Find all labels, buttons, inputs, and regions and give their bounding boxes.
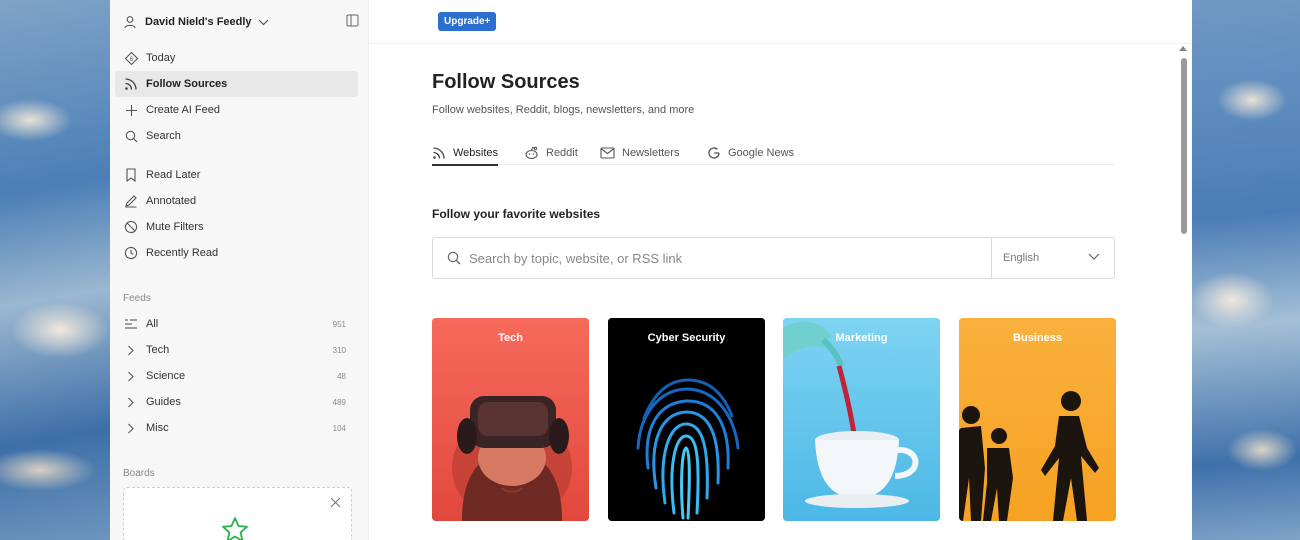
- chevron-right-icon[interactable]: [123, 394, 139, 410]
- account-menu[interactable]: David Nield's Feedly: [123, 12, 359, 32]
- search-icon: [123, 128, 139, 144]
- sidebar-item-label: Search: [146, 130, 181, 142]
- reddit-icon: [524, 146, 539, 160]
- sidebar-item-label: Tech: [146, 344, 170, 356]
- today-icon: 6: [123, 50, 139, 66]
- sidebar-feed-tech[interactable]: Tech 310: [115, 337, 358, 363]
- top-bar: Upgrade+: [369, 0, 1192, 44]
- user-icon: [124, 16, 136, 29]
- sidebar-item-label: Today: [146, 52, 176, 64]
- chevron-down-icon: [258, 19, 268, 25]
- unread-count: 951: [332, 319, 346, 329]
- unread-count: 48: [337, 371, 346, 381]
- topic-card-tech[interactable]: Tech: [432, 318, 589, 521]
- tab-websites[interactable]: Websites: [432, 141, 499, 166]
- search-input[interactable]: [469, 250, 969, 266]
- card-label: Business: [1013, 332, 1062, 344]
- tab-label: Websites: [453, 146, 499, 159]
- list-icon: [123, 316, 139, 332]
- sidebar-item-recently-read[interactable]: Recently Read: [115, 240, 358, 266]
- search-icon: [447, 251, 461, 265]
- clock-icon: [123, 245, 139, 261]
- sidebar-feed-misc[interactable]: Misc 104: [115, 415, 358, 441]
- sidebar-item-label: Mute Filters: [146, 221, 204, 233]
- page-title: Follow Sources: [432, 71, 580, 93]
- boards-promo-card[interactable]: [123, 487, 352, 540]
- card-label: Tech: [498, 332, 523, 344]
- pen-icon: [123, 193, 139, 209]
- star-icon: [222, 517, 248, 540]
- chevron-right-icon[interactable]: [123, 342, 139, 358]
- mute-icon: [123, 219, 139, 235]
- scrollbar-thumb[interactable]: [1181, 58, 1187, 234]
- desktop-wallpaper-right: [1192, 0, 1300, 540]
- language-value: English: [1003, 252, 1040, 264]
- sidebar-item-annotated[interactable]: Annotated: [115, 188, 358, 214]
- tab-label: Newsletters: [622, 147, 680, 159]
- sidebar-feed-guides[interactable]: Guides 489: [115, 389, 358, 415]
- source-search-box: English: [432, 237, 1115, 279]
- tab-newsletters[interactable]: Newsletters: [600, 141, 679, 165]
- google-icon: [707, 146, 721, 160]
- sidebar-item-label: Create AI Feed: [146, 104, 220, 116]
- sidebar-item-label: Misc: [146, 422, 169, 434]
- section-heading: Follow your favorite websites: [432, 207, 601, 221]
- sidebar-toggle-icon[interactable]: [346, 14, 359, 27]
- page-subtitle: Follow websites, Reddit, blogs, newslett…: [432, 104, 695, 116]
- sidebar-item-label: Guides: [146, 396, 181, 408]
- source-tabs: Websites Reddit Newsletters Google News: [432, 141, 1115, 166]
- sidebar-item-label: Recently Read: [146, 247, 219, 259]
- unread-count: 489: [332, 397, 346, 407]
- scroll-up-arrow[interactable]: [1179, 46, 1187, 51]
- sidebar-item-read-later[interactable]: Read Later: [115, 162, 358, 188]
- sidebar-item-label: Read Later: [146, 169, 201, 181]
- sidebar-item-create-ai-feed[interactable]: Create AI Feed: [115, 97, 358, 123]
- chevron-right-icon[interactable]: [123, 420, 139, 436]
- sidebar-item-label: Science: [146, 370, 186, 382]
- rss-icon: [432, 146, 446, 160]
- sidebar-item-mute-filters[interactable]: Mute Filters: [115, 214, 358, 240]
- boards-section-label: Boards: [123, 468, 155, 479]
- teacup-image: [783, 318, 940, 521]
- sidebar-item-follow-sources[interactable]: Follow Sources: [115, 71, 358, 97]
- upgrade-button[interactable]: Upgrade+: [438, 12, 497, 31]
- feedly-window: David Nield's Feedly 6 Today Follow Sour…: [110, 0, 1192, 540]
- feeds-section-label: Feeds: [123, 293, 151, 304]
- plus-icon: [123, 102, 139, 118]
- chevron-right-icon[interactable]: [123, 368, 139, 384]
- tab-google-news[interactable]: Google News: [707, 141, 794, 165]
- tab-reddit[interactable]: Reddit: [524, 141, 578, 165]
- sidebar-item-search[interactable]: Search: [115, 123, 358, 149]
- sidebar-item-label: Annotated: [146, 195, 197, 207]
- card-label: Cyber Security: [647, 332, 726, 344]
- vr-headset-image: [432, 318, 589, 521]
- tab-label: Google News: [728, 147, 795, 159]
- unread-count: 310: [332, 345, 346, 355]
- sidebar-feed-all[interactable]: All 951: [115, 311, 358, 337]
- topic-card-marketing[interactable]: Marketing: [783, 318, 940, 521]
- topic-card-cyber-security[interactable]: Cyber Security: [608, 318, 765, 521]
- tab-label: Reddit: [546, 147, 578, 159]
- mail-icon: [600, 147, 615, 159]
- desktop-wallpaper-left: [0, 0, 110, 540]
- silhouettes-image: [959, 318, 1116, 521]
- card-label: Marketing: [835, 332, 888, 344]
- language-select[interactable]: English: [991, 238, 1114, 278]
- fingerprint-image: [608, 318, 765, 521]
- bookmark-icon: [123, 167, 139, 183]
- account-name: David Nield's Feedly: [145, 16, 252, 28]
- close-icon[interactable]: [330, 497, 341, 508]
- main-content: Upgrade+ Follow Sources Follow websites,…: [369, 0, 1192, 540]
- topic-card-business[interactable]: Business: [959, 318, 1116, 521]
- rss-icon: [123, 76, 139, 92]
- unread-count: 104: [332, 423, 346, 433]
- chevron-down-icon: [1088, 253, 1100, 260]
- sidebar-item-today[interactable]: 6 Today: [115, 45, 358, 71]
- sidebar: David Nield's Feedly 6 Today Follow Sour…: [110, 0, 369, 540]
- sidebar-item-label: All: [146, 318, 159, 330]
- sidebar-item-label: Follow Sources: [146, 78, 228, 90]
- sidebar-feed-science[interactable]: Science 48: [115, 363, 358, 389]
